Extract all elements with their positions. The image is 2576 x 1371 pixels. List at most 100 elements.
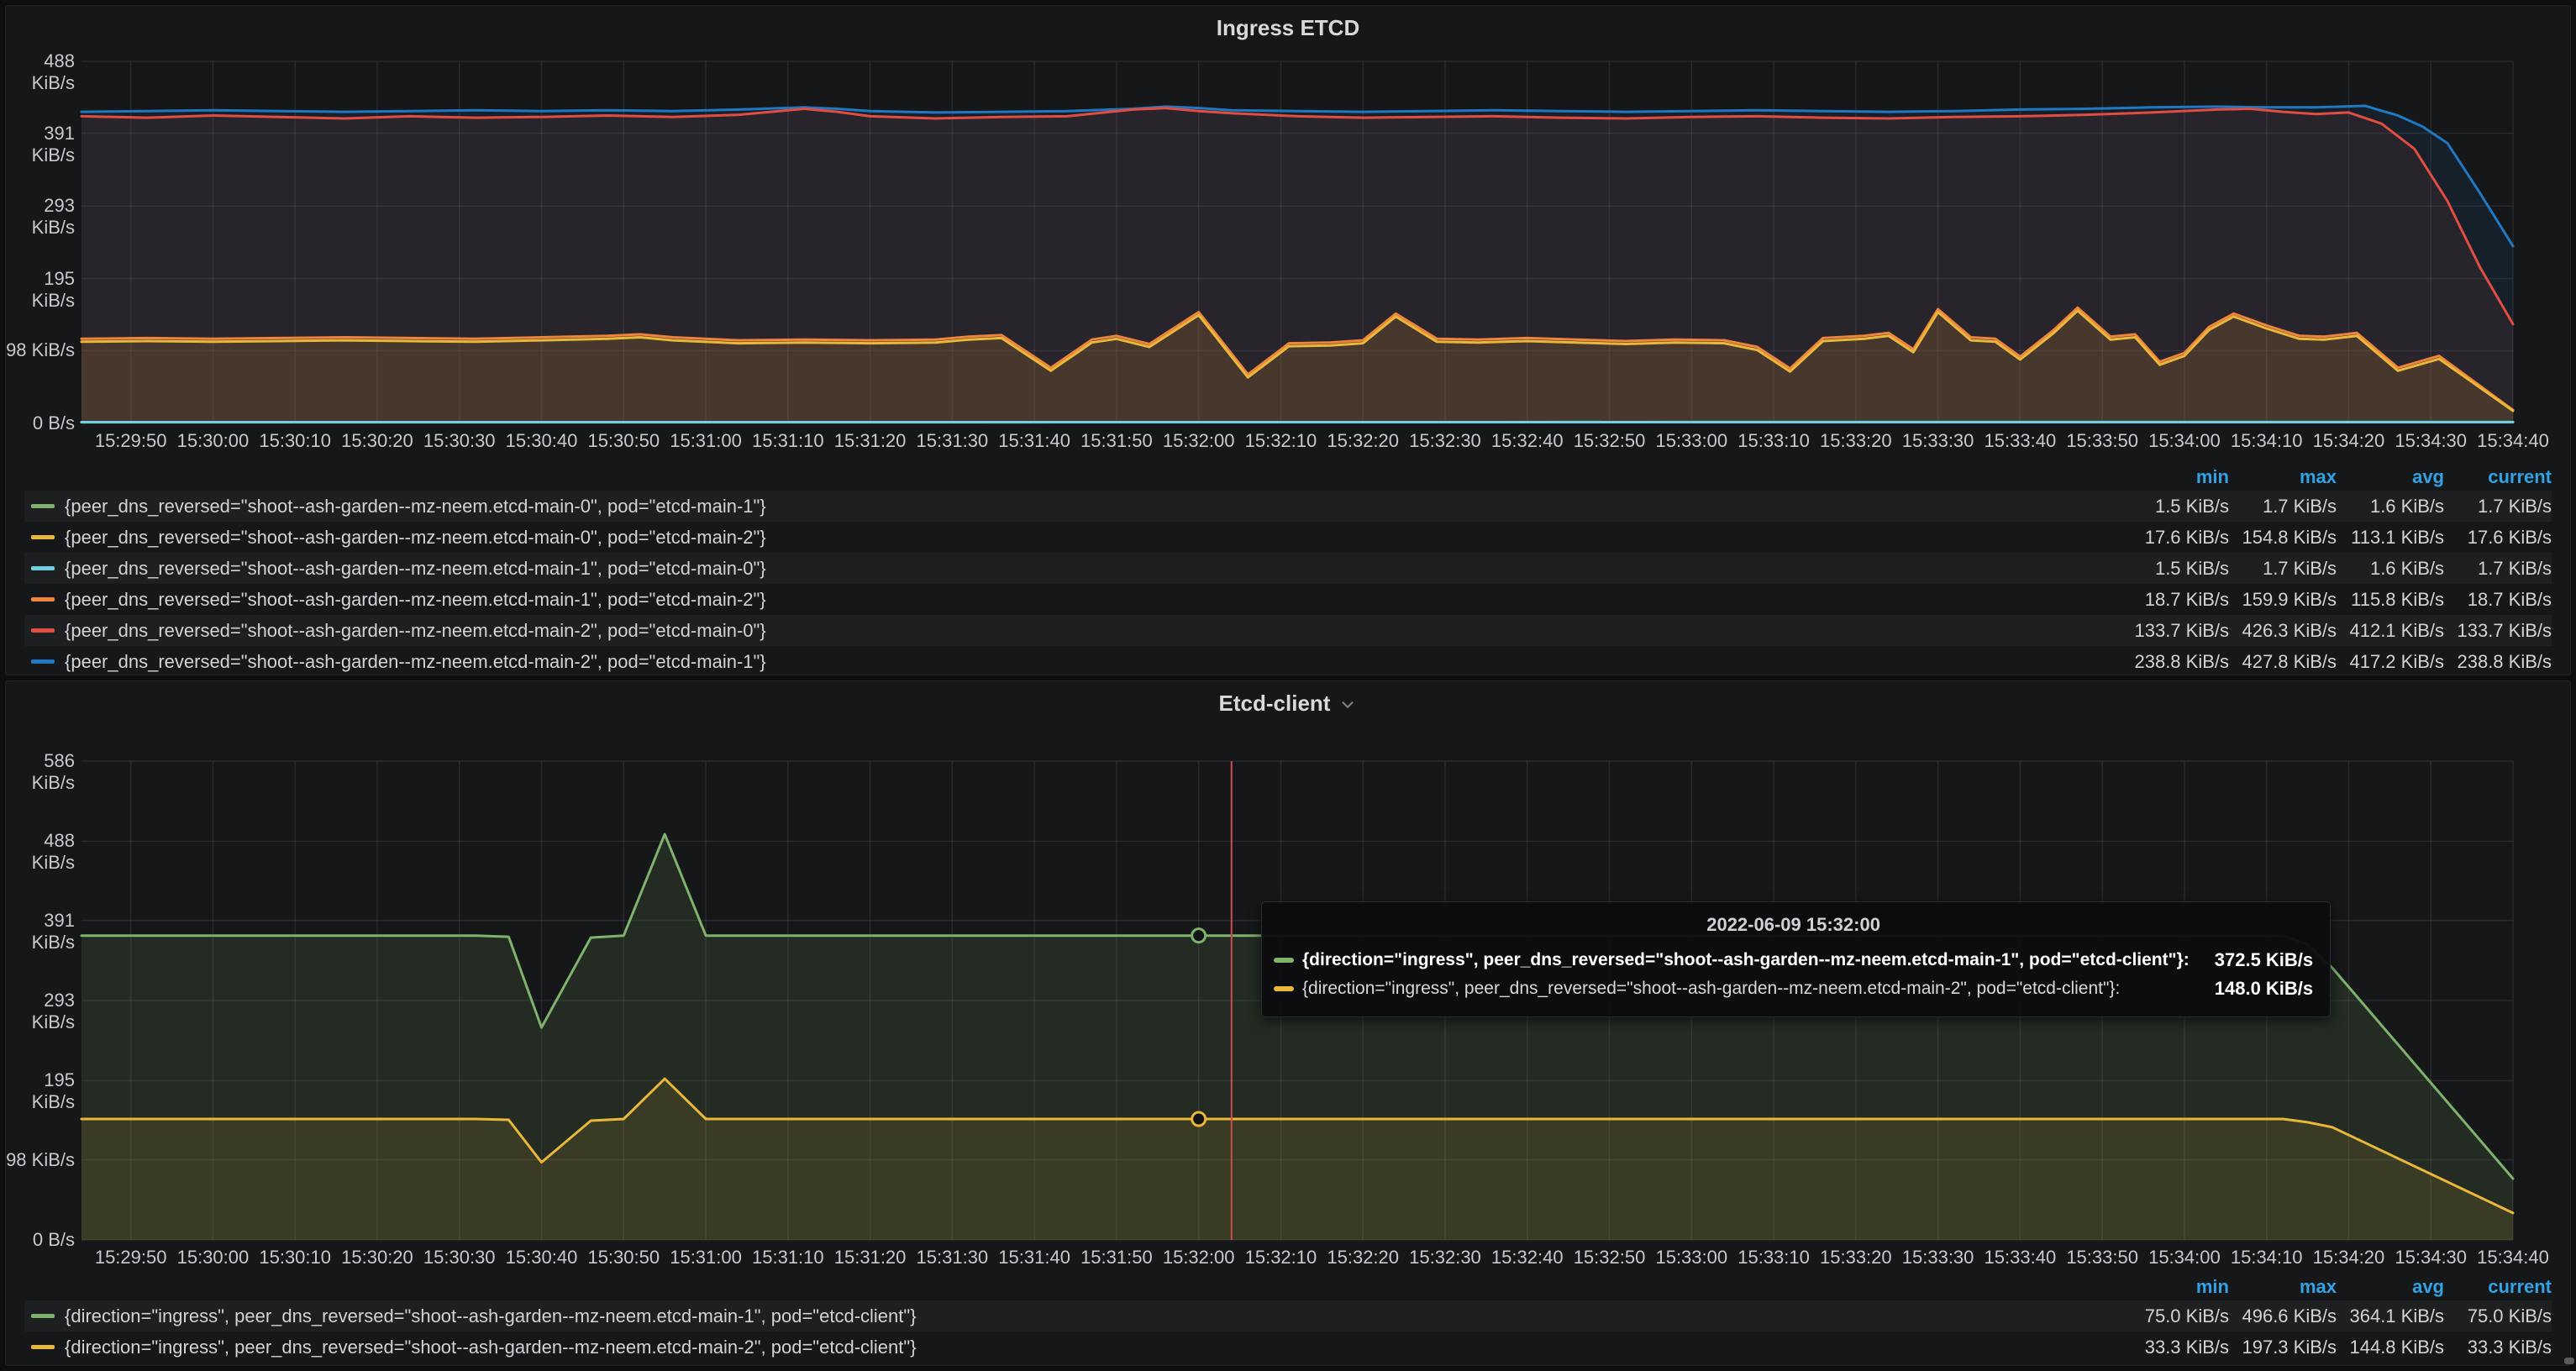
legend-value: 144.8 KiB/s: [2337, 1337, 2444, 1358]
y-axis-tick-label: 488 KiB/s: [6, 50, 75, 94]
series-color-dash[interactable]: [31, 566, 55, 570]
x-axis-tick-label: 15:34:40: [2454, 430, 2572, 452]
legend-row[interactable]: {peer_dns_reversed="shoot--ash-garden--m…: [24, 615, 2552, 646]
panel-ingress-etcd: Ingress ETCD 0 B/s98 KiB/s195 KiB/s293 K…: [5, 5, 2571, 675]
panel-etcd-client: Etcd-client 0 B/s98 KiB/s195 KiB/s293 Ki…: [5, 680, 2571, 1366]
y-axis-tick-label: 488 KiB/s: [6, 830, 75, 874]
series-label[interactable]: {peer_dns_reversed="shoot--ash-garden--m…: [65, 496, 2121, 517]
hover-point-marker: [1192, 1112, 1206, 1126]
legend-column-header[interactable]: min: [2121, 466, 2229, 488]
y-axis-tick-label: 0 B/s: [6, 412, 75, 434]
legend-column-header[interactable]: max: [2229, 466, 2337, 488]
series-label[interactable]: {direction="ingress", peer_dns_reversed=…: [65, 1305, 2121, 1327]
legend-value: 1.5 KiB/s: [2121, 496, 2229, 517]
series-label[interactable]: {peer_dns_reversed="shoot--ash-garden--m…: [65, 527, 2121, 549]
legend-value: 33.3 KiB/s: [2444, 1337, 2552, 1358]
series-color-dash[interactable]: [31, 597, 55, 601]
legend-value: 412.1 KiB/s: [2337, 620, 2444, 642]
legend-value: 417.2 KiB/s: [2337, 651, 2444, 673]
series-color-dash: [1274, 958, 1294, 963]
y-axis-tick-label: 98 KiB/s: [6, 339, 75, 361]
time-series-plot[interactable]: 0 B/s 98 KiB/s 195 KiB/s 293 KiB/s 391 KiB/s…: [6, 681, 2570, 1365]
tooltip-series-label: {direction="ingress", peer_dns_reversed=…: [1302, 950, 2190, 970]
series-label[interactable]: {peer_dns_reversed="shoot--ash-garden--m…: [65, 651, 2121, 673]
y-axis-tick-label: 195 KiB/s: [6, 1069, 75, 1113]
legend-row[interactable]: {direction="ingress", peer_dns_reversed=…: [24, 1332, 2552, 1363]
legend-value: 238.8 KiB/s: [2444, 651, 2552, 673]
legend-column-header[interactable]: avg: [2337, 466, 2444, 488]
tooltip-series-value: 372.5 KiB/s: [2190, 949, 2313, 971]
series-color-dash: [1274, 986, 1294, 991]
legend-value: 427.8 KiB/s: [2229, 651, 2337, 673]
legend-value: 238.8 KiB/s: [2121, 651, 2229, 673]
legend-value: 1.7 KiB/s: [2444, 558, 2552, 580]
legend-value: 1.6 KiB/s: [2337, 496, 2444, 517]
y-axis-tick-label: 0 B/s: [6, 1229, 75, 1251]
hover-tooltip: 2022-06-09 15:32:00 {direction="ingress"…: [1261, 901, 2331, 1017]
legend-column-header[interactable]: current: [2444, 466, 2552, 488]
tooltip-series-label: {direction="ingress", peer_dns_reversed=…: [1302, 979, 2120, 999]
legend-value: 113.1 KiB/s: [2337, 527, 2444, 549]
series-color-dash[interactable]: [31, 1345, 55, 1349]
legend-row[interactable]: {peer_dns_reversed="shoot--ash-garden--m…: [24, 646, 2552, 677]
legend-value: 17.6 KiB/s: [2444, 527, 2552, 549]
y-axis-tick-label: 391 KiB/s: [6, 910, 75, 953]
dashboard: Ingress ETCD 0 B/s98 KiB/s195 KiB/s293 K…: [0, 0, 2576, 1371]
x-axis-tick-label: 15:34:40: [2454, 1247, 2572, 1269]
legend-value: 75.0 KiB/s: [2121, 1305, 2229, 1327]
legend-value: 364.1 KiB/s: [2337, 1305, 2444, 1327]
legend-value: 115.8 KiB/s: [2337, 589, 2444, 611]
y-axis-tick-label: 391 KiB/s: [6, 123, 75, 166]
hover-point-marker: [1192, 929, 1206, 943]
legend-value: 75.0 KiB/s: [2444, 1305, 2552, 1327]
legend-table: minmaxavgcurrent {peer_dns_reversed="shoo…: [24, 464, 2552, 677]
legend-column-header[interactable]: avg: [2337, 1276, 2444, 1298]
legend-header-row: minmaxavgcurrent: [24, 1274, 2552, 1300]
legend-value: 33.3 KiB/s: [2121, 1337, 2229, 1358]
legend-column-header[interactable]: current: [2444, 1276, 2552, 1298]
series-color-dash[interactable]: [31, 504, 55, 508]
chart-canvas: [6, 6, 2570, 433]
series-color-dash[interactable]: [31, 628, 55, 633]
legend-value: 1.6 KiB/s: [2337, 558, 2444, 580]
legend-row[interactable]: {direction="ingress", peer_dns_reversed=…: [24, 1300, 2552, 1332]
series-color-dash[interactable]: [31, 659, 55, 664]
legend-value: 159.9 KiB/s: [2229, 589, 2337, 611]
legend-row[interactable]: {peer_dns_reversed="shoot--ash-garden--m…: [24, 584, 2552, 615]
legend-value: 133.7 KiB/s: [2121, 620, 2229, 642]
legend-row[interactable]: {peer_dns_reversed="shoot--ash-garden--m…: [24, 553, 2552, 584]
y-axis-tick-label: 293 KiB/s: [6, 990, 75, 1033]
series-color-dash[interactable]: [31, 1314, 55, 1318]
legend-value: 1.7 KiB/s: [2229, 496, 2337, 517]
y-axis-tick-label: 586 KiB/s: [6, 750, 75, 794]
series-label[interactable]: {peer_dns_reversed="shoot--ash-garden--m…: [65, 620, 2121, 642]
legend-value: 133.7 KiB/s: [2444, 620, 2552, 642]
scrollbar-thumb[interactable]: [2564, 1358, 2574, 1364]
legend-table: minmaxavgcurrent {direction="ingress", pe…: [24, 1274, 2552, 1363]
legend-value: 154.8 KiB/s: [2229, 527, 2337, 549]
y-axis-tick-label: 98 KiB/s: [6, 1149, 75, 1171]
legend-header-row: minmaxavgcurrent: [24, 464, 2552, 491]
legend-row[interactable]: {peer_dns_reversed="shoot--ash-garden--m…: [24, 491, 2552, 522]
y-axis-tick-label: 195 KiB/s: [6, 268, 75, 312]
legend-value: 1.7 KiB/s: [2444, 496, 2552, 517]
legend-value: 17.6 KiB/s: [2121, 527, 2229, 549]
series-label[interactable]: {peer_dns_reversed="shoot--ash-garden--m…: [65, 558, 2121, 580]
legend-value: 18.7 KiB/s: [2444, 589, 2552, 611]
legend-column-header[interactable]: max: [2229, 1276, 2337, 1298]
tooltip-series-value: 148.0 KiB/s: [2190, 978, 2313, 1000]
legend-value: 18.7 KiB/s: [2121, 589, 2229, 611]
y-axis-tick-label: 293 KiB/s: [6, 195, 75, 239]
series-label[interactable]: {direction="ingress", peer_dns_reversed=…: [65, 1337, 2121, 1358]
legend-value: 496.6 KiB/s: [2229, 1305, 2337, 1327]
legend-value: 1.5 KiB/s: [2121, 558, 2229, 580]
tooltip-series-row: {direction="ingress", peer_dns_reversed=…: [1274, 946, 2313, 974]
legend-row[interactable]: {peer_dns_reversed="shoot--ash-garden--m…: [24, 522, 2552, 553]
legend-value: 426.3 KiB/s: [2229, 620, 2337, 642]
legend-value: 1.7 KiB/s: [2229, 558, 2337, 580]
series-label[interactable]: {peer_dns_reversed="shoot--ash-garden--m…: [65, 589, 2121, 611]
tooltip-timestamp: 2022-06-09 15:32:00: [1274, 914, 2313, 936]
legend-column-header[interactable]: min: [2121, 1276, 2229, 1298]
tooltip-series-row: {direction="ingress", peer_dns_reversed=…: [1274, 974, 2313, 1003]
series-color-dash[interactable]: [31, 535, 55, 539]
